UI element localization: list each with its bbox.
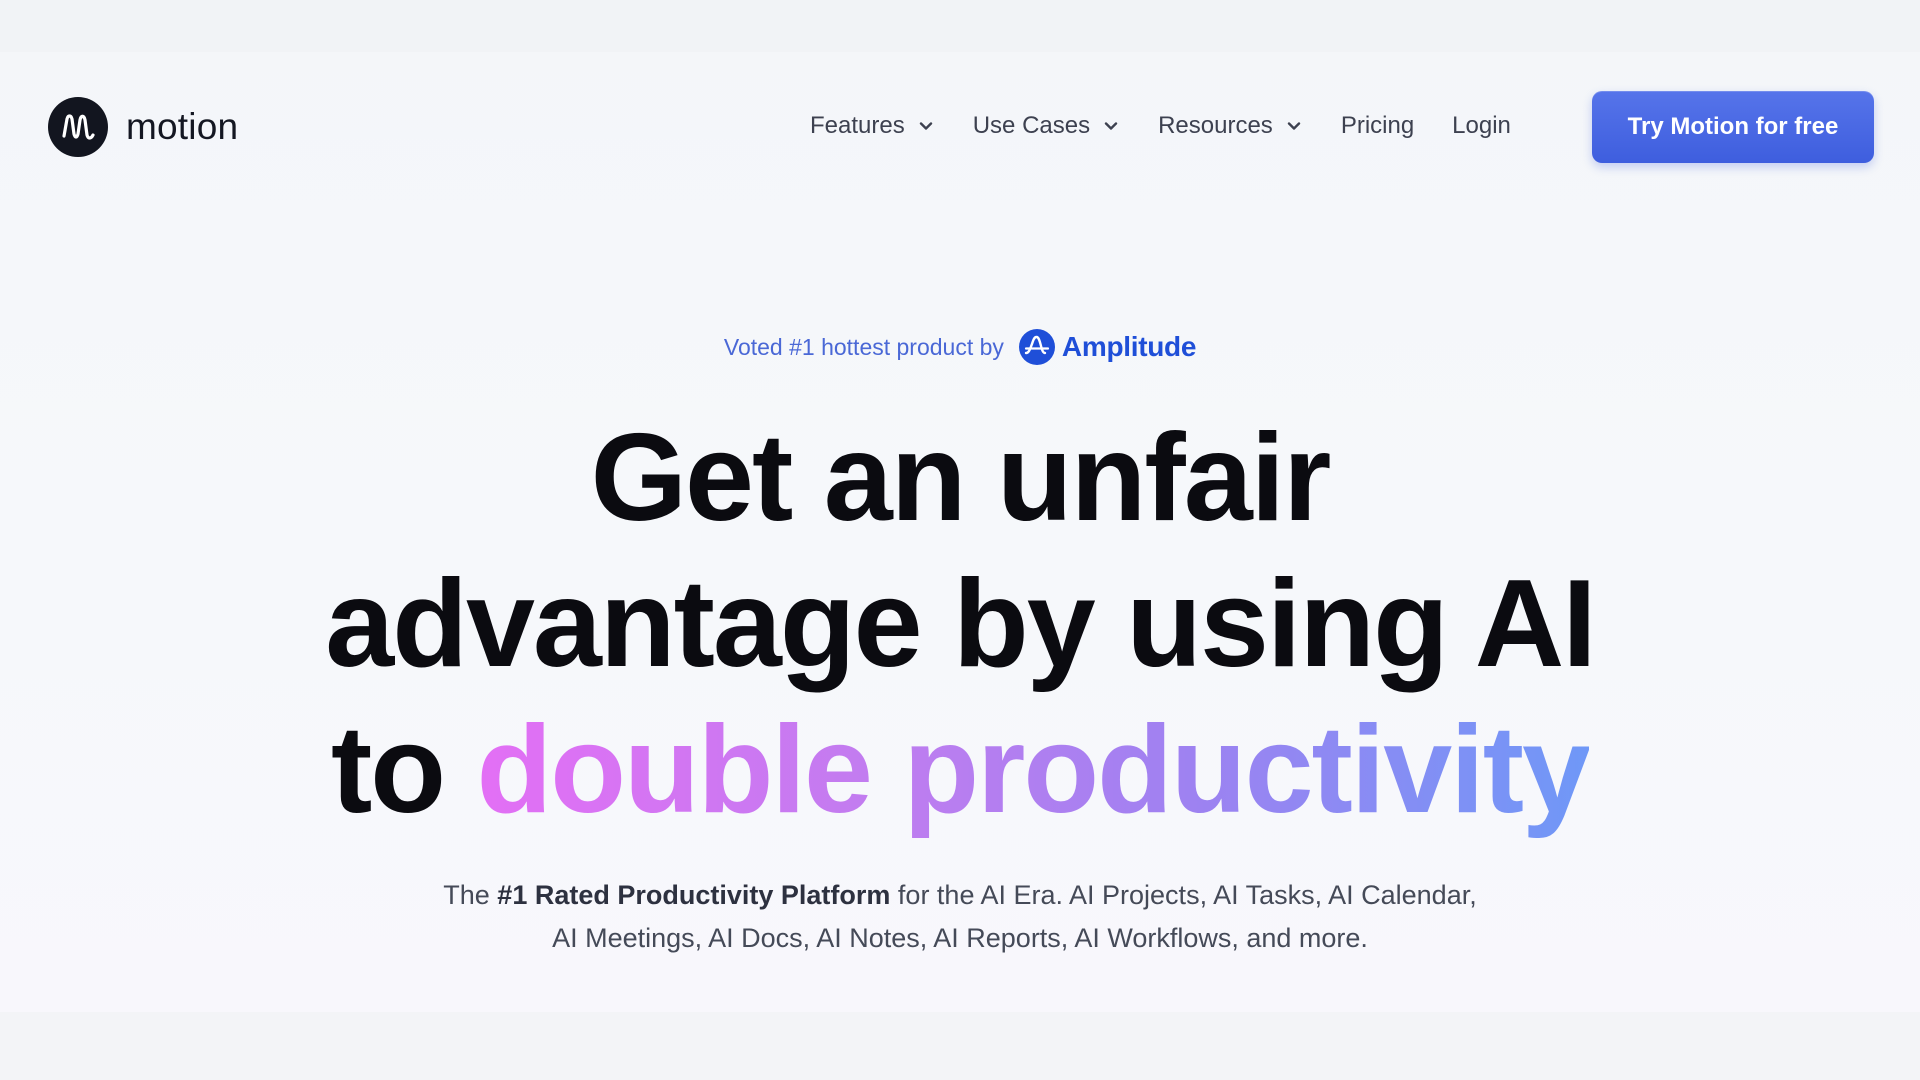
try-motion-button[interactable]: Try Motion for free <box>1592 91 1874 163</box>
award-badge[interactable]: Voted #1 hottest product by Amplitude <box>0 328 1920 366</box>
nav-item-label: Use Cases <box>972 112 1091 139</box>
badge-text: Voted #1 hottest product by <box>723 333 1004 360</box>
nav-item-label: Pricing <box>1340 112 1415 139</box>
hero-headline: Get an unfair advantage by using AI to d… <box>0 405 1920 843</box>
bottom-band <box>0 1012 1920 1080</box>
headline-gradient-text: double productivity <box>476 701 1591 839</box>
nav-item-resources[interactable]: Resources <box>1158 112 1303 140</box>
hero-subtitle: The #1 Rated Productivity Platform for t… <box>430 874 1490 960</box>
chevron-down-icon <box>1104 122 1118 130</box>
logo-text: motion <box>126 106 239 147</box>
logo-link[interactable]: motion <box>48 97 238 157</box>
headline-plain-word: to <box>331 701 446 839</box>
nav-item-features[interactable]: Features <box>810 112 935 140</box>
chevron-down-icon <box>919 122 932 130</box>
subtitle-bold: #1 Rated Productivity Platform <box>497 880 891 910</box>
headline-line-2: advantage by using AI <box>325 555 1596 693</box>
motion-logo-icon <box>48 97 108 157</box>
chevron-down-icon <box>1287 122 1301 130</box>
nav-item-pricing[interactable]: Pricing <box>1341 112 1414 140</box>
nav-item-label: Resources <box>1158 112 1273 139</box>
nav-links: Features Use Cases Resources Pricing Log… <box>810 111 1549 141</box>
amplitude-brand: Amplitude <box>1061 331 1197 362</box>
nav-item-label: Login <box>1452 112 1511 139</box>
headline-line-1: Get an unfair <box>590 409 1332 547</box>
top-band <box>0 0 1920 52</box>
subtitle-prefix: The <box>443 880 490 910</box>
nav-item-use-cases[interactable]: Use Cases <box>973 112 1120 140</box>
amplitude-logo-icon <box>1018 329 1055 365</box>
nav-item-label: Features <box>810 112 905 139</box>
landing-page: motion Features Use Cases Resources Pric… <box>0 0 1920 1080</box>
headline-line-3: to double productivity <box>0 697 1920 843</box>
navbar: motion Features Use Cases Resources Pric… <box>0 52 1920 202</box>
nav-item-login[interactable]: Login <box>1452 112 1511 140</box>
